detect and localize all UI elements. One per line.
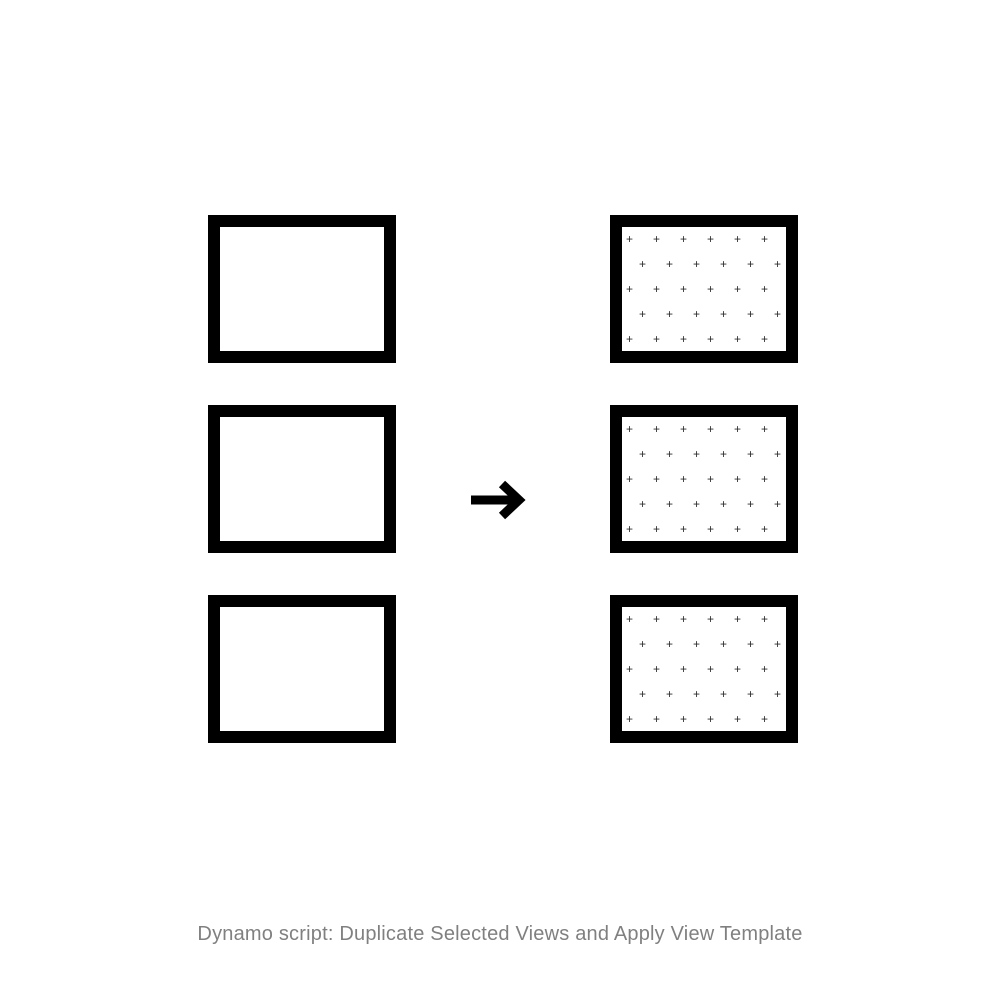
source-view-box-1	[208, 405, 396, 553]
templated-view-box-2: +++++++++++++++++++++++++++++++++++	[610, 595, 798, 743]
pattern-fill: +++++++++++++++++++++++++++++++++++	[622, 417, 786, 541]
source-view-box-0	[208, 215, 396, 363]
pattern-fill: +++++++++++++++++++++++++++++++++++	[622, 607, 786, 731]
source-views-column	[208, 215, 396, 743]
arrow-right-icon	[465, 478, 535, 522]
templated-views-column: +++++++++++++++++++++++++++++++++++ +++++…	[610, 215, 798, 743]
diagram-caption: Dynamo script: Duplicate Selected Views …	[0, 923, 1000, 946]
diagram-canvas: +++++++++++++++++++++++++++++++++++ +++++…	[0, 0, 1000, 1000]
templated-view-box-1: +++++++++++++++++++++++++++++++++++	[610, 405, 798, 553]
source-view-box-2	[208, 595, 396, 743]
pattern-fill: +++++++++++++++++++++++++++++++++++	[622, 227, 786, 351]
templated-view-box-0: +++++++++++++++++++++++++++++++++++	[610, 215, 798, 363]
